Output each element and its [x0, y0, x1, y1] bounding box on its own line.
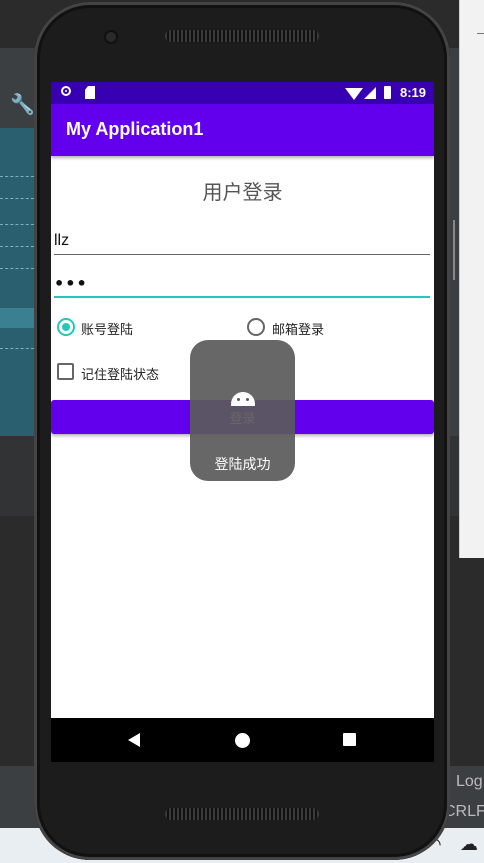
email-login-radio[interactable]: [247, 318, 265, 336]
ide-side-panel: [459, 0, 484, 558]
sd-card-icon: [85, 86, 95, 99]
android-icon: [231, 392, 255, 406]
app-bar: My Application1: [51, 104, 434, 156]
camera-icon: [106, 32, 116, 42]
home-icon[interactable]: [235, 733, 250, 748]
bottom-speaker: [165, 808, 319, 820]
log-tab[interactable]: Log: [456, 773, 483, 791]
wrench-icon[interactable]: 🔧: [10, 92, 35, 116]
wifi-icon: [345, 88, 363, 100]
minimize-icon[interactable]: [477, 33, 484, 34]
battery-icon: [384, 86, 391, 99]
password-input[interactable]: •••: [54, 274, 430, 298]
username-input[interactable]: llz: [54, 232, 430, 255]
toast-text: 登陆成功: [214, 457, 271, 473]
recent-apps-icon[interactable]: [343, 733, 356, 746]
account-login-label[interactable]: 账号登陆: [81, 319, 133, 338]
ide-scrollbar[interactable]: [453, 220, 455, 280]
remember-login-checkbox[interactable]: [57, 363, 74, 380]
cloud-icon[interactable]: ☁: [460, 834, 478, 856]
earpiece-speaker: [165, 30, 319, 42]
signal-icon: [364, 87, 376, 99]
line-separator-indicator[interactable]: CRLF: [444, 803, 484, 821]
notification-circle-icon: [61, 86, 71, 96]
page-title: 用户登录: [202, 180, 283, 204]
status-bar: 8:19: [51, 82, 434, 104]
account-login-radio[interactable]: [57, 318, 75, 336]
remember-login-label[interactable]: 记住登陆状态: [81, 364, 159, 383]
toast-message: 登陆成功: [190, 340, 295, 481]
back-icon[interactable]: [128, 733, 140, 747]
navigation-bar: [51, 718, 434, 762]
email-login-label[interactable]: 邮箱登录: [272, 319, 324, 338]
status-time: 8:19: [400, 85, 427, 100]
app-title: My Application1: [66, 119, 204, 139]
phone-screen: 8:19 My Application1 用户登录 llz ••• 账号登陆 邮…: [51, 82, 434, 762]
